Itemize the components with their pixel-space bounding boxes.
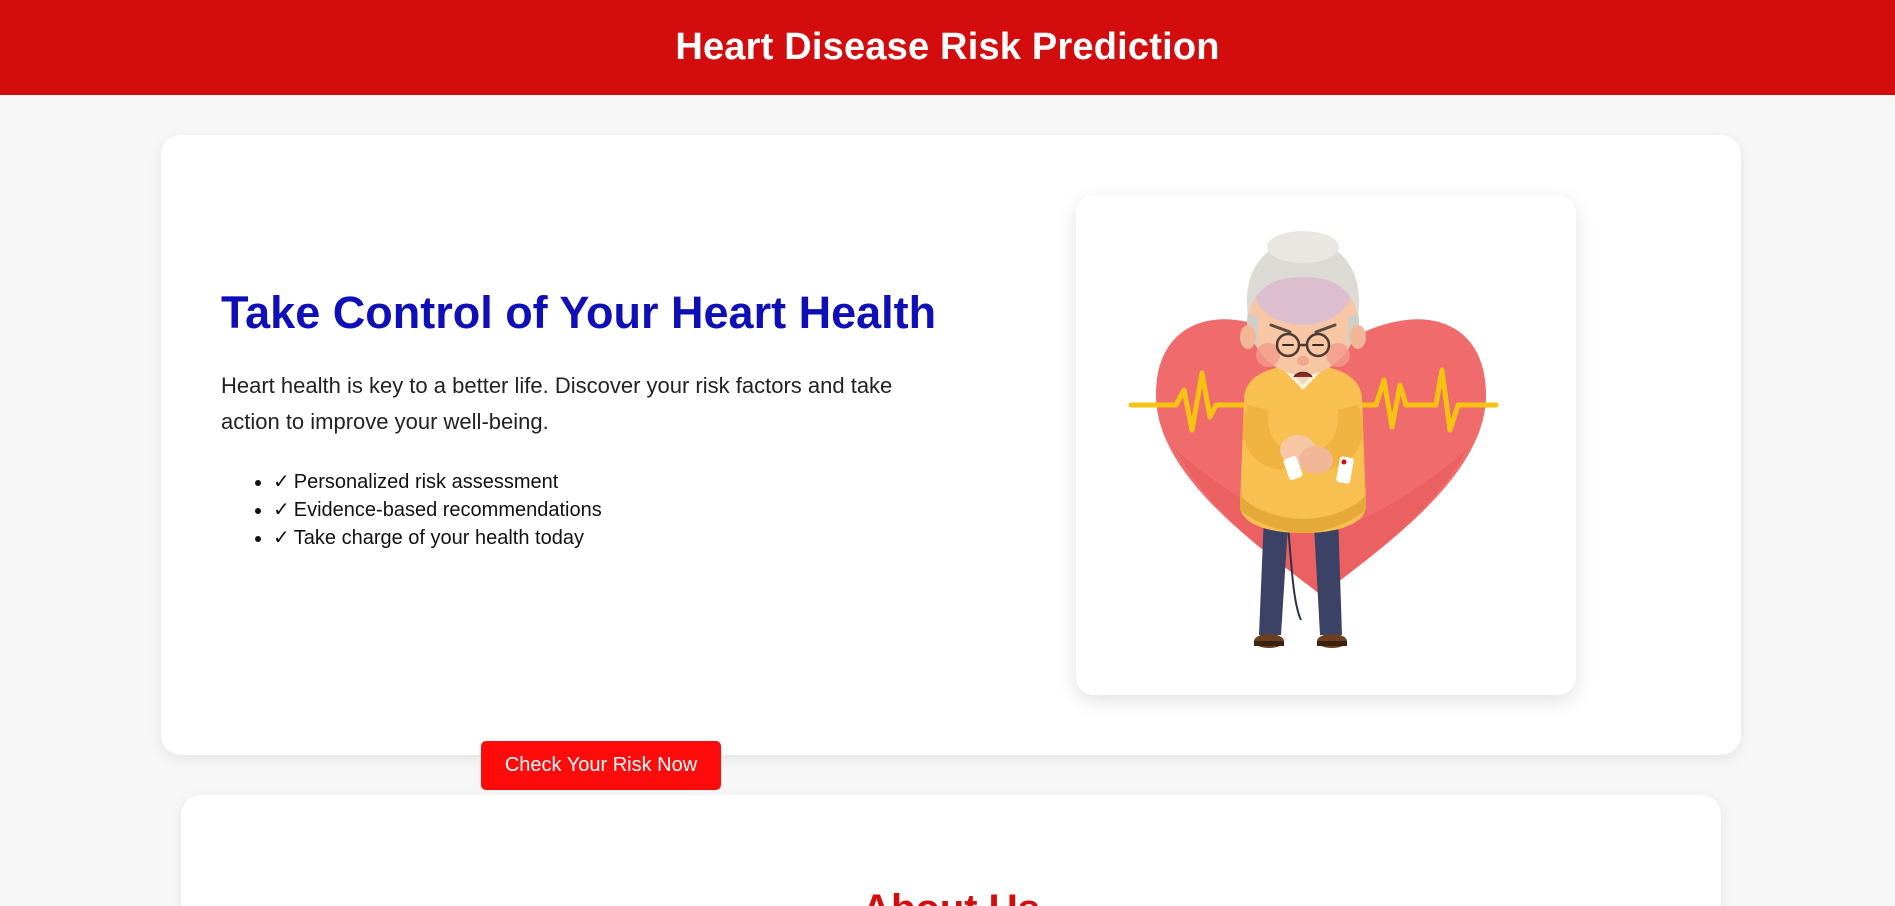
list-item: ✓Evidence-based recommendations [273,496,941,524]
feature-label: Evidence-based recommendations [293,498,602,521]
check-risk-button[interactable]: Check Your Risk Now [481,741,721,790]
about-heading: About Us [181,887,1721,906]
elderly-man-heart-icon [1128,231,1499,648]
hero-card: Take Control of Your Heart Health Heart … [161,135,1741,790]
list-item: ✓Take charge of your health today [273,524,941,552]
feature-label: Personalized risk assessment [293,470,559,493]
hero-heading: Take Control of Your Heart Health [221,287,937,338]
feature-label: Take charge of your health today [293,526,584,549]
hero-text: Take Control of Your Heart Health Heart … [221,287,941,790]
checkmark-icon: ✓ [273,496,290,521]
feature-list: ✓Personalized risk assessment ✓Evidence-… [221,468,941,552]
checkmark-icon: ✓ [273,524,290,549]
list-item: ✓Personalized risk assessment [273,468,941,496]
site-header: Heart Disease Risk Prediction [0,0,1895,95]
checkmark-icon: ✓ [273,468,290,493]
site-title: Heart Disease Risk Prediction [675,26,1220,68]
illustration-card [1076,195,1576,695]
hero-description: Heart health is key to a better life. Di… [221,372,893,434]
about-card: About Us [181,795,1721,906]
